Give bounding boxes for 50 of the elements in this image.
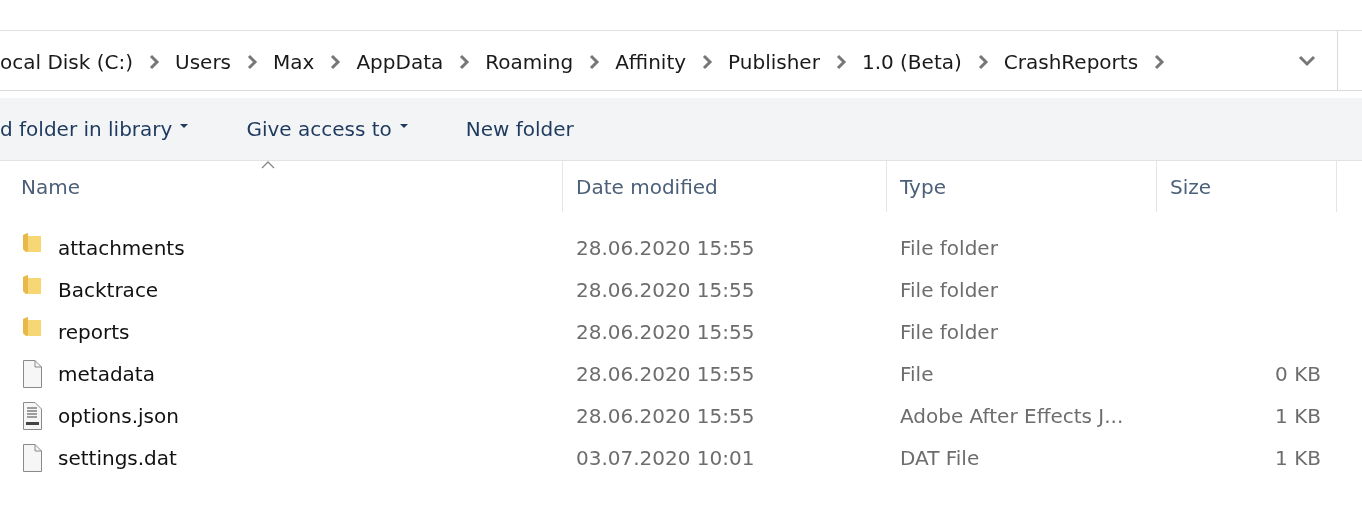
breadcrumb-item[interactable]: ocal Disk (C:)	[0, 49, 134, 74]
file-icon	[22, 444, 43, 472]
chevron-right-icon[interactable]	[701, 53, 714, 70]
breadcrumb-item[interactable]: Publisher	[728, 49, 820, 74]
chevron-right-icon[interactable]	[588, 53, 601, 70]
breadcrumb-item[interactable]: AppData	[356, 49, 444, 74]
file-type: File folder	[900, 320, 998, 344]
column-header[interactable]: Date modified	[563, 161, 887, 212]
file-size: 1 KB	[1275, 404, 1321, 428]
file-name[interactable]: reports	[58, 320, 130, 344]
date-modified: 03.07.2020 10:01	[576, 446, 755, 470]
file-name[interactable]: attachments	[58, 236, 185, 260]
chevron-right-icon[interactable]	[1153, 53, 1166, 70]
breadcrumb-item[interactable]: Affinity	[615, 49, 687, 74]
file-size: 1 KB	[1275, 446, 1321, 470]
file-type: DAT File	[900, 446, 980, 470]
file-icon	[22, 360, 43, 388]
date-modified: 28.06.2020 15:55	[576, 320, 755, 344]
file-name[interactable]: Backtrace	[58, 278, 159, 302]
file-type: File folder	[900, 278, 998, 302]
date-modified: 28.06.2020 15:55	[576, 404, 755, 428]
dropdown-chevron-icon[interactable]	[1298, 54, 1316, 67]
column-header[interactable]: Type	[887, 161, 1157, 212]
date-modified: 28.06.2020 15:55	[576, 278, 755, 302]
chevron-right-icon[interactable]	[148, 53, 161, 70]
breadcrumb-item[interactable]: Max	[273, 49, 315, 74]
chevron-right-icon[interactable]	[976, 53, 989, 70]
file-size: 0 KB	[1275, 362, 1321, 386]
breadcrumb-item[interactable]: CrashReports	[1003, 49, 1139, 74]
file-name[interactable]: metadata	[58, 362, 155, 386]
column-header[interactable]: Name	[0, 161, 563, 212]
date-modified: 28.06.2020 15:55	[576, 236, 755, 260]
file-name[interactable]: settings.dat	[58, 446, 177, 470]
chevron-right-icon[interactable]	[834, 53, 847, 70]
file-type: File folder	[900, 236, 998, 260]
file-name[interactable]: options.json	[58, 404, 179, 428]
chevron-right-icon[interactable]	[458, 53, 471, 70]
file-type: File	[900, 362, 934, 386]
document-lines-icon	[22, 402, 43, 430]
chevron-right-icon[interactable]	[329, 53, 342, 70]
breadcrumb-item[interactable]: Roaming	[485, 49, 574, 74]
breadcrumb-item[interactable]: Users	[175, 49, 232, 74]
ribbon-button[interactable]: d folder in library	[0, 117, 189, 141]
chevron-right-icon[interactable]	[246, 53, 259, 70]
column-header[interactable]: Size	[1157, 161, 1337, 212]
date-modified: 28.06.2020 15:55	[576, 362, 755, 386]
ribbon-button[interactable]: New folder	[465, 117, 574, 141]
ribbon-button[interactable]: Give access to	[246, 117, 408, 141]
breadcrumb-item[interactable]: 1.0 (Beta)	[861, 49, 962, 74]
file-type: Adobe After Effects J...	[900, 404, 1124, 428]
